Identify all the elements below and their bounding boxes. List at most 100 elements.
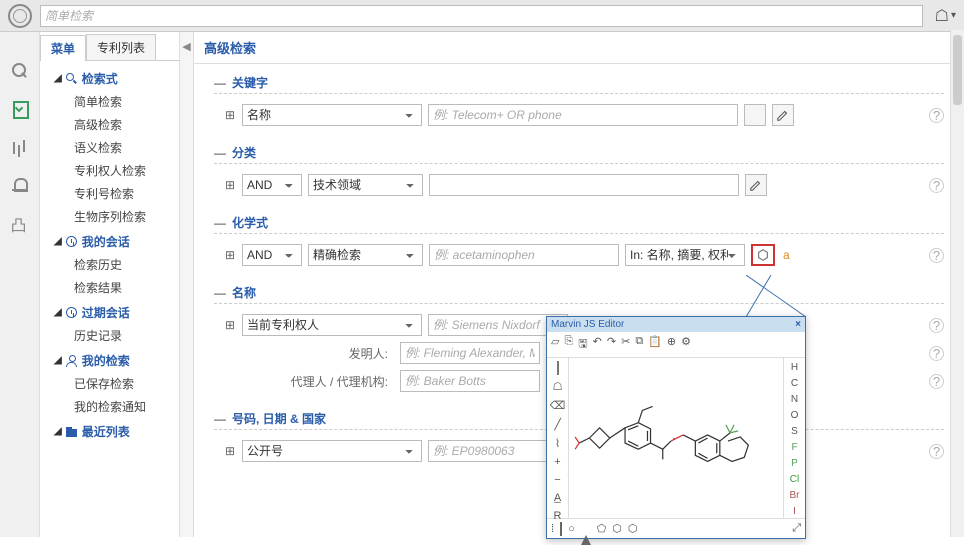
chemical-op-select[interactable]: AND — [242, 244, 302, 266]
element-F[interactable]: F — [791, 442, 797, 453]
tree-item[interactable]: 历史记录 — [44, 324, 175, 347]
pubno-field-select[interactable]: 公开号 — [242, 440, 422, 462]
pent-tool[interactable]: ⬠ — [597, 522, 607, 535]
new-icon[interactable]: ▱ — [551, 335, 559, 354]
dots-tool[interactable]: ⁞ — [551, 523, 554, 535]
rail-chart-icon[interactable] — [11, 138, 29, 156]
zoom-icon[interactable]: ⊕ — [667, 335, 676, 354]
r-tool[interactable]: R — [554, 510, 562, 522]
classification-input[interactable] — [429, 174, 739, 196]
tree-group-检索式[interactable]: ◢检索式 — [44, 67, 175, 90]
tree-item[interactable]: 我的检索通知 — [44, 395, 175, 418]
tree-item[interactable]: 高级检索 — [44, 113, 175, 136]
tree-item[interactable]: 检索结果 — [44, 276, 175, 299]
expand-tool[interactable]: ⤢ — [792, 522, 801, 535]
element-C[interactable]: C — [791, 378, 798, 389]
tree-item[interactable]: 简单检索 — [44, 90, 175, 113]
tree-group-我的会话[interactable]: ◢我的会话 — [44, 230, 175, 253]
save-icon[interactable]: 🖫 — [578, 335, 587, 354]
settings-icon[interactable]: ⚙ — [681, 335, 691, 354]
tree-item[interactable]: 已保存检索 — [44, 372, 175, 395]
hex-tool[interactable]: ⬡ — [612, 522, 622, 535]
plus-tool[interactable]: + — [554, 456, 560, 468]
bond-tool[interactable]: ╱ — [554, 418, 561, 431]
inventor-input[interactable] — [400, 342, 540, 364]
tab-menu[interactable]: 菜单 — [40, 35, 86, 61]
open-icon[interactable]: ⎘ — [564, 335, 573, 354]
element-I[interactable]: I — [793, 506, 796, 517]
scrollbar[interactable] — [950, 30, 964, 537]
tree-group-最近列表[interactable]: ◢最近列表 — [44, 420, 175, 443]
popup-close-button[interactable]: × — [795, 319, 801, 330]
text-tool[interactable]: A̲ — [554, 492, 561, 504]
help-icon[interactable]: ? — [929, 318, 944, 333]
global-search-input[interactable] — [40, 5, 923, 27]
classification-edit-button[interactable] — [745, 174, 767, 196]
page-title: 高级检索 — [194, 32, 964, 64]
element-O[interactable]: O — [791, 410, 799, 421]
element-Cl[interactable]: Cl — [790, 474, 799, 485]
section-numbers-title: 号码, 日期 & 国家 — [232, 410, 326, 427]
add-row-icon[interactable]: ⊞ — [224, 445, 236, 457]
rect-tool[interactable] — [560, 523, 562, 535]
tree-item[interactable]: 生物序列检索 — [44, 205, 175, 228]
keyword-edit-button[interactable] — [772, 104, 794, 126]
copy-icon[interactable]: ⧉ — [635, 335, 643, 354]
chemical-input[interactable] — [429, 244, 619, 266]
sidebar-collapse[interactable]: ◀ — [180, 32, 194, 537]
search-icon — [66, 73, 78, 85]
help-icon[interactable]: ? — [929, 346, 944, 361]
chemical-in-select[interactable]: In: 名称, 摘要, 权利要求 — [625, 244, 745, 266]
rail-bell-icon[interactable] — [11, 176, 29, 194]
assignee-field-select[interactable]: 当前专利权人 — [242, 314, 422, 336]
erase-tool[interactable]: ⌫ — [550, 399, 566, 412]
element-S[interactable]: S — [791, 426, 798, 437]
redo-icon[interactable]: ↷ — [607, 335, 616, 354]
rail-export-icon[interactable] — [11, 214, 29, 232]
user-menu[interactable]: ☖▾ — [935, 6, 956, 26]
tree-item[interactable]: 语义检索 — [44, 136, 175, 159]
add-row-icon[interactable]: ⊞ — [224, 319, 236, 331]
tree-group-我的检索[interactable]: ◢我的检索 — [44, 349, 175, 372]
element-H[interactable]: H — [791, 362, 798, 373]
keyword-extra-button[interactable] — [744, 104, 766, 126]
folder-icon — [66, 426, 78, 438]
help-icon[interactable]: ? — [929, 248, 944, 263]
chemical-type-select[interactable]: 精确检索 — [308, 244, 423, 266]
rail-doc-icon[interactable] — [11, 100, 29, 118]
tree-item[interactable]: 专利权人检索 — [44, 159, 175, 182]
undo-icon[interactable]: ↶ — [593, 335, 602, 354]
hex2-tool[interactable]: ⬡ — [628, 522, 638, 535]
agent-input[interactable] — [400, 370, 540, 392]
minus-tool[interactable]: − — [554, 474, 560, 486]
element-P[interactable]: P — [791, 458, 798, 469]
lasso-tool[interactable]: ☖ — [553, 380, 563, 393]
chain-tool[interactable]: ⌇ — [555, 437, 560, 450]
help-icon[interactable]: ? — [929, 108, 944, 123]
cut-icon[interactable]: ✂ — [621, 335, 630, 354]
rail-nav — [0, 32, 40, 537]
tab-patent-list[interactable]: 专利列表 — [86, 34, 156, 60]
add-row-icon[interactable]: ⊞ — [224, 249, 236, 261]
element-Br[interactable]: Br — [790, 490, 800, 501]
tree-group-过期会话[interactable]: ◢过期会话 — [44, 301, 175, 324]
tree-item[interactable]: 检索历史 — [44, 253, 175, 276]
rail-search-icon[interactable] — [11, 62, 29, 80]
help-icon[interactable]: ? — [929, 374, 944, 389]
circle-tool[interactable]: ○ — [568, 523, 575, 535]
classification-field-select[interactable]: 技术领域 — [308, 174, 423, 196]
tri-tool[interactable] — [581, 523, 591, 535]
keyword-field-select[interactable]: 名称 — [242, 104, 422, 126]
structure-editor-button[interactable] — [751, 244, 775, 266]
add-row-icon[interactable]: ⊞ — [224, 109, 236, 121]
help-icon[interactable]: ? — [929, 178, 944, 193]
tree-item[interactable]: 专利号检索 — [44, 182, 175, 205]
classification-op-select[interactable]: AND — [242, 174, 302, 196]
paste-icon[interactable]: 📋 — [648, 335, 662, 354]
molecule-canvas[interactable] — [569, 358, 783, 518]
help-icon[interactable]: ? — [929, 444, 944, 459]
add-row-icon[interactable]: ⊞ — [224, 179, 236, 191]
keyword-input[interactable] — [428, 104, 738, 126]
select-tool[interactable] — [557, 362, 559, 374]
element-N[interactable]: N — [791, 394, 798, 405]
